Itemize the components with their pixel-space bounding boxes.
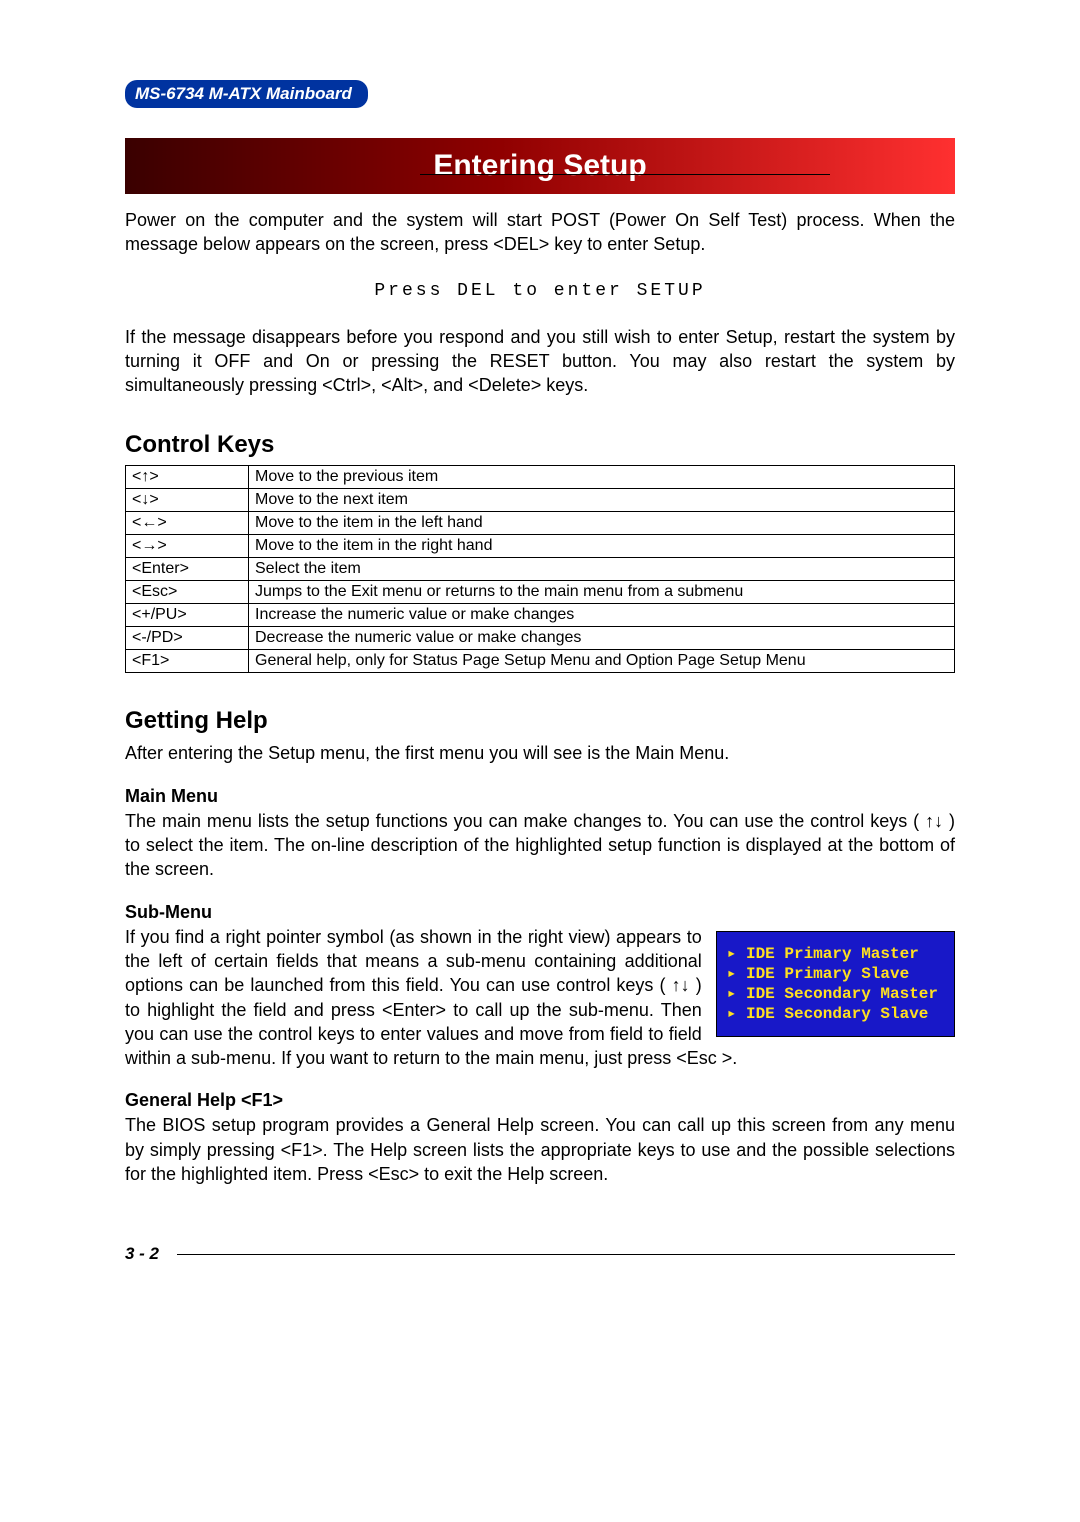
- key-cell: <+/PU>: [126, 604, 249, 627]
- sub-menu-block: IDE Primary Master IDE Primary Slave IDE…: [125, 925, 955, 1071]
- bios-submenu-preview: IDE Primary Master IDE Primary Slave IDE…: [716, 931, 955, 1037]
- desc-cell: Move to the item in the left hand: [249, 512, 955, 535]
- key-cell: <↓>: [126, 489, 249, 512]
- desc-cell: Select the item: [249, 558, 955, 581]
- table-row: <+/PU>Increase the numeric value or make…: [126, 604, 955, 627]
- desc-cell: Move to the previous item: [249, 466, 955, 489]
- key-cell: <-/PD>: [126, 627, 249, 650]
- key-cell: <←>: [126, 512, 249, 535]
- main-menu-text: The main menu lists the setup functions …: [125, 809, 955, 882]
- bios-item: IDE Secondary Master: [727, 984, 938, 1004]
- table-row: <↑>Move to the previous item: [126, 466, 955, 489]
- header-rule: [420, 174, 830, 175]
- getting-help-intro: After entering the Setup menu, the first…: [125, 741, 955, 765]
- table-row: <←>Move to the item in the left hand: [126, 512, 955, 535]
- key-cell: <F1>: [126, 650, 249, 673]
- table-row: <-/PD>Decrease the numeric value or make…: [126, 627, 955, 650]
- key-cell: <↑>: [126, 466, 249, 489]
- desc-cell: Move to the item in the right hand: [249, 535, 955, 558]
- control-keys-table: <↑>Move to the previous item <↓>Move to …: [125, 465, 955, 673]
- bios-item: IDE Primary Slave: [727, 964, 938, 984]
- getting-help-heading: Getting Help: [125, 707, 955, 735]
- desc-cell: Move to the next item: [249, 489, 955, 512]
- section-banner: Entering Setup: [125, 138, 955, 194]
- desc-cell: Decrease the numeric value or make chang…: [249, 627, 955, 650]
- intro-p2: If the message disappears before you res…: [125, 325, 955, 398]
- table-row: <F1>General help, only for Status Page S…: [126, 650, 955, 673]
- intro-p1: Power on the computer and the system wil…: [125, 208, 955, 257]
- control-keys-heading: Control Keys: [125, 431, 955, 459]
- product-pill: MS-6734 M-ATX Mainboard: [125, 80, 368, 108]
- sub-menu-heading: Sub-Menu: [125, 902, 955, 923]
- table-row: <Enter>Select the item: [126, 558, 955, 581]
- page-number: 3 - 2: [125, 1244, 159, 1264]
- key-cell: <Esc>: [126, 581, 249, 604]
- intro-mono: Press DEL to enter SETUP: [125, 281, 955, 301]
- page: MS-6734 M-ATX Mainboard Entering Setup P…: [0, 0, 1080, 1324]
- table-row: <Esc>Jumps to the Exit menu or returns t…: [126, 581, 955, 604]
- bios-item: IDE Secondary Slave: [727, 1004, 938, 1024]
- desc-cell: Jumps to the Exit menu or returns to the…: [249, 581, 955, 604]
- bios-item: IDE Primary Master: [727, 944, 938, 964]
- footer-rule: [177, 1254, 955, 1255]
- header-row: MS-6734 M-ATX Mainboard: [125, 80, 955, 108]
- table-row: <→>Move to the item in the right hand: [126, 535, 955, 558]
- main-menu-heading: Main Menu: [125, 786, 955, 807]
- general-help-text: The BIOS setup program provides a Genera…: [125, 1113, 955, 1186]
- desc-cell: General help, only for Status Page Setup…: [249, 650, 955, 673]
- general-help-heading: General Help <F1>: [125, 1090, 955, 1111]
- footer: 3 - 2: [125, 1244, 955, 1264]
- table-row: <↓>Move to the next item: [126, 489, 955, 512]
- key-cell: <Enter>: [126, 558, 249, 581]
- desc-cell: Increase the numeric value or make chang…: [249, 604, 955, 627]
- key-cell: <→>: [126, 535, 249, 558]
